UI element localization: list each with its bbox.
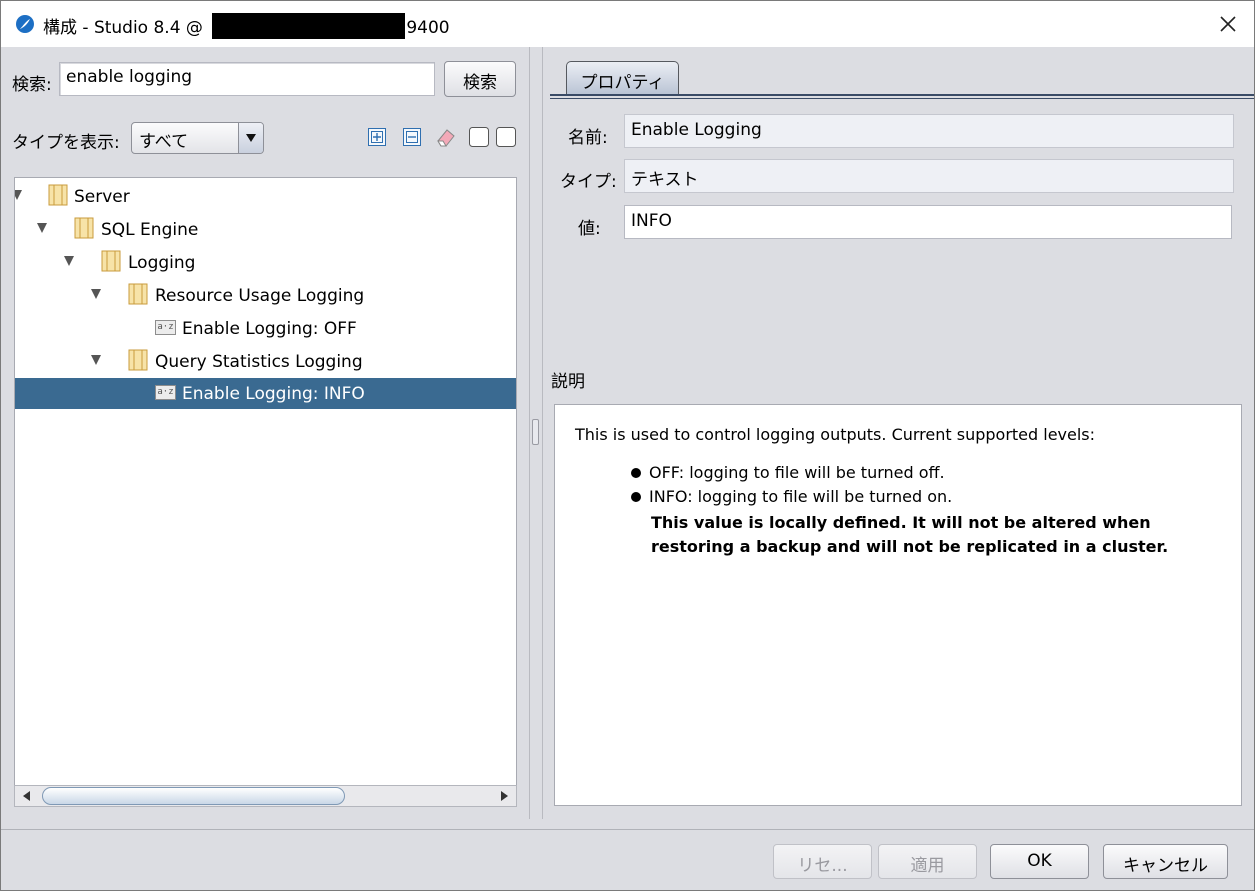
splitter-grip[interactable] (532, 419, 539, 445)
folder-icon (74, 217, 94, 239)
expand-toggle-icon[interactable] (37, 223, 47, 233)
tab-underline (550, 98, 1254, 99)
title-bar: 構成 - Studio 8.4 @ 9400 (1, 1, 1254, 47)
tree-node-query-statistics-logging[interactable]: Query Statistics Logging (15, 346, 516, 377)
folder-icon (101, 250, 121, 272)
tree-node-label: SQL Engine (101, 220, 199, 240)
type-label: タイプ: (560, 172, 617, 192)
eraser-icon[interactable] (435, 126, 457, 148)
description-label: 説明 (551, 372, 585, 392)
tree-node-label: Resource Usage Logging (155, 286, 365, 306)
tree-node-label: Server (74, 187, 130, 207)
tree-node-sql-engine[interactable]: SQL Engine (15, 214, 516, 245)
window-title: 構成 - Studio 8.4 @ 9400 (43, 13, 450, 39)
list-item: INFO: logging to file will be turned on. (631, 485, 1221, 509)
text-property-icon: a·z (155, 385, 176, 400)
description-intro: This is used to control logging outputs.… (575, 425, 1096, 444)
expand-toggle-icon[interactable] (91, 355, 101, 365)
search-label: 検索: (12, 75, 52, 95)
folder-icon (128, 283, 148, 305)
type-filter-select[interactable]: すべて (131, 122, 264, 154)
tree-node-label: Enable Logging: INFO (182, 384, 365, 404)
description-panel: This is used to control logging outputs.… (554, 404, 1242, 806)
tab-properties[interactable]: プロパティ (566, 61, 679, 95)
name-label: 名前: (568, 128, 608, 148)
left-panel: 検索: enable logging 検索 タイプを表示: すべて Server… (1, 47, 528, 829)
list-item: OFF: logging to file will be turned off. (631, 461, 1221, 485)
collapse-all-icon[interactable] (401, 126, 423, 148)
expand-toggle-icon[interactable] (91, 289, 101, 299)
text-property-icon: a·z (155, 320, 176, 335)
description-levels: OFF: logging to file will be turned off.… (575, 461, 1221, 509)
value-input[interactable]: INFO (624, 205, 1232, 239)
apply-button[interactable]: 適用 (878, 844, 977, 879)
description-note: This value is locally defined. It will n… (651, 513, 1169, 556)
tree-node-label: Logging (128, 253, 196, 273)
type-field: テキスト (624, 159, 1234, 193)
type-filter-label: タイプを表示: (12, 133, 120, 153)
checkbox-icon[interactable] (468, 126, 490, 148)
expand-toggle-icon[interactable] (64, 256, 74, 266)
tree-horizontal-scrollbar[interactable] (14, 785, 517, 807)
chevron-down-icon[interactable] (238, 123, 263, 153)
splitter-divider (542, 47, 543, 819)
tree-node-enable-logging-info[interactable]: a·z Enable Logging: INFO (15, 378, 516, 409)
config-tree[interactable]: Server SQL Engine Logging Resource Usage… (14, 177, 517, 807)
footer-divider (1, 829, 1254, 830)
expand-all-icon[interactable] (366, 126, 388, 148)
app-logo-icon (16, 15, 34, 33)
cancel-button[interactable]: キャンセル (1103, 844, 1228, 879)
folder-icon (128, 349, 148, 371)
splitter-divider (529, 47, 530, 819)
search-button[interactable]: 検索 (444, 61, 516, 97)
search-input[interactable]: enable logging (59, 62, 435, 96)
tree-node-label: Query Statistics Logging (155, 352, 363, 372)
expand-toggle-icon[interactable] (15, 190, 22, 200)
scroll-thumb[interactable] (42, 787, 345, 805)
tree-node-resource-usage-logging[interactable]: Resource Usage Logging (15, 280, 516, 311)
scroll-right-icon[interactable] (492, 786, 516, 806)
reset-button[interactable]: リセ... (773, 844, 872, 879)
tree-node-logging[interactable]: Logging (15, 247, 516, 278)
properties-panel: プロパティ 名前: Enable Logging タイプ: テキスト 値: IN… (544, 47, 1254, 829)
close-icon[interactable] (1212, 9, 1244, 39)
name-field: Enable Logging (624, 114, 1234, 148)
redacted-host (212, 13, 406, 39)
tree-node-label: Enable Logging: OFF (182, 319, 357, 339)
folder-icon (48, 184, 68, 206)
configuration-window: 構成 - Studio 8.4 @ 9400 検索: enable loggin… (0, 0, 1255, 891)
type-filter-value: すべて (139, 132, 189, 152)
checkbox-icon[interactable] (495, 126, 517, 148)
tree-node-server[interactable]: Server (15, 181, 516, 212)
scroll-left-icon[interactable] (15, 786, 39, 806)
tab-underline (550, 94, 1254, 96)
ok-button[interactable]: OK (990, 844, 1089, 879)
tree-node-enable-logging-off[interactable]: a·z Enable Logging: OFF (15, 313, 516, 344)
value-label: 値: (578, 219, 601, 239)
